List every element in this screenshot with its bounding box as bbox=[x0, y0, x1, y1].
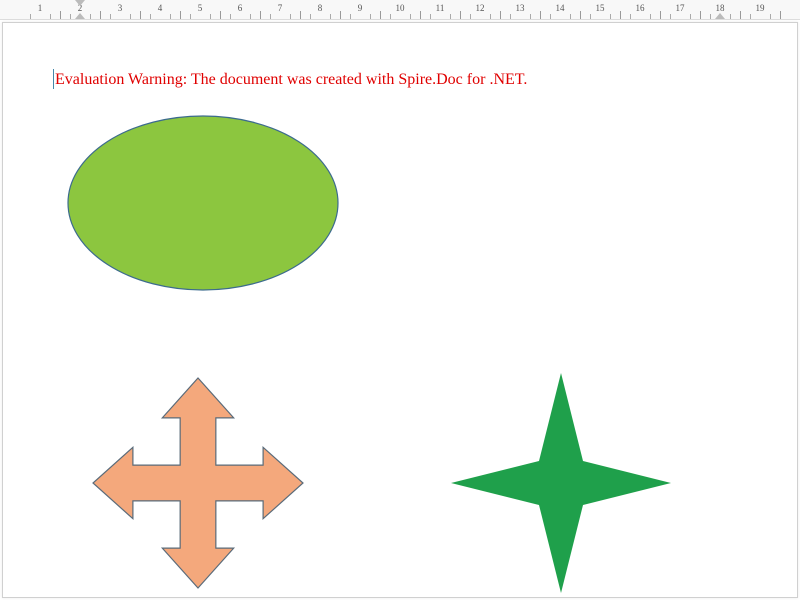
ruler-label: 10 bbox=[396, 3, 405, 13]
ruler-label: 5 bbox=[198, 3, 203, 13]
ruler-label: 3 bbox=[118, 3, 123, 13]
ruler-label: 19 bbox=[756, 3, 765, 13]
ruler-label: 13 bbox=[516, 3, 525, 13]
ruler-label: 18 bbox=[716, 3, 725, 13]
ruler-label: 17 bbox=[676, 3, 685, 13]
ruler-label: 4 bbox=[158, 3, 163, 13]
ruler-label: 8 bbox=[318, 3, 323, 13]
ruler-label: 9 bbox=[358, 3, 363, 13]
ruler-label: 16 bbox=[636, 3, 645, 13]
document-page[interactable]: Evaluation Warning: The document was cre… bbox=[2, 22, 798, 598]
ruler-label: 11 bbox=[436, 3, 445, 13]
four-point-star-shape[interactable] bbox=[451, 373, 671, 593]
ruler-label: 1 bbox=[38, 3, 43, 13]
ruler-label: 6 bbox=[238, 3, 243, 13]
ellipse-shape[interactable] bbox=[68, 116, 338, 290]
ruler-label: 12 bbox=[476, 3, 485, 13]
horizontal-ruler[interactable]: 12345678910111213141516171819 bbox=[0, 0, 800, 20]
ruler-label: 15 bbox=[596, 3, 605, 13]
ruler-label: 7 bbox=[278, 3, 283, 13]
ruler-label: 14 bbox=[556, 3, 565, 13]
quad-arrow-shape[interactable] bbox=[93, 378, 303, 588]
shapes-canvas bbox=[3, 23, 799, 599]
ruler-scale: 12345678910111213141516171819 bbox=[20, 0, 800, 19]
